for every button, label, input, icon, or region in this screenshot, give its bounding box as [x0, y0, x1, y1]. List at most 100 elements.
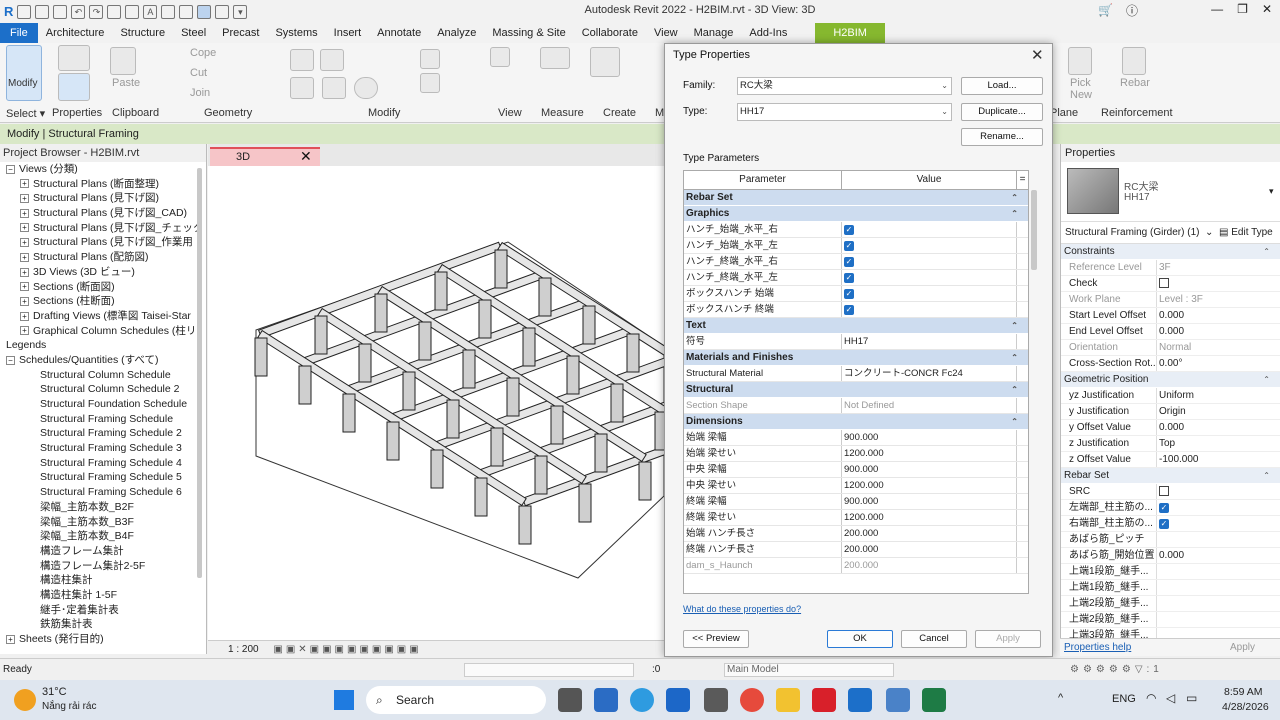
column[interactable] — [254, 337, 268, 377]
unchecked-checkbox[interactable] — [1159, 486, 1169, 496]
print-icon[interactable] — [107, 4, 122, 19]
property-value[interactable]: ✓ — [1157, 516, 1257, 531]
load-button[interactable]: Load... — [961, 77, 1043, 95]
property-value[interactable]: 0.000 — [1157, 420, 1257, 435]
collapse-group-icon[interactable]: ⌃ — [1011, 190, 1018, 206]
browser-item[interactable]: Legends — [0, 338, 206, 353]
restore-icon[interactable]: ❐ — [1237, 2, 1248, 16]
tab-insert[interactable]: Insert — [326, 23, 370, 43]
excel-icon[interactable] — [922, 688, 946, 712]
checked-checkbox[interactable]: ✓ — [844, 305, 854, 315]
column[interactable] — [358, 343, 372, 383]
expand-icon[interactable]: + — [20, 326, 29, 336]
browser-item[interactable]: + Drafting Views (標準図 Taisei-Star — [0, 309, 206, 324]
wifi-icon[interactable]: ◠ — [1146, 691, 1156, 705]
rebar-icon[interactable] — [1122, 47, 1146, 75]
browser-item[interactable]: + Graphical Column Schedules (柱リ — [0, 324, 206, 339]
sync-icon[interactable] — [53, 4, 68, 19]
parameter-group-header[interactable]: Graphics ⌃ — [684, 206, 1028, 222]
chrome-icon[interactable] — [740, 688, 764, 712]
property-value[interactable]: Uniform — [1157, 388, 1257, 403]
collapse-icon[interactable]: − — [6, 355, 15, 365]
calculator-icon[interactable] — [704, 688, 728, 712]
column[interactable] — [430, 449, 444, 489]
measure-icon[interactable] — [125, 4, 140, 19]
formula-cell[interactable] — [1017, 366, 1028, 381]
browser-item[interactable]: Structural Foundation Schedule — [0, 397, 206, 412]
thin-lines-icon[interactable] — [197, 4, 212, 19]
column[interactable] — [610, 383, 624, 423]
column[interactable] — [578, 483, 592, 523]
collapse-group-icon[interactable]: ⌃ — [1263, 244, 1270, 260]
formula-cell[interactable] — [1017, 462, 1028, 477]
parameter-group-header[interactable]: Dimensions ⌃ — [684, 414, 1028, 430]
browser-item[interactable]: 梁幅_主筋本数_B2F — [0, 500, 206, 515]
browser-item[interactable]: − Schedules/Quantities (すべて) — [0, 353, 206, 368]
expand-icon[interactable]: + — [20, 194, 29, 204]
expand-icon[interactable]: + — [20, 208, 29, 218]
parameter-group-header[interactable]: Structural ⌃ — [684, 382, 1028, 398]
property-value[interactable] — [1157, 580, 1257, 595]
tray-chevron-icon[interactable]: ^ — [1058, 692, 1063, 704]
formula-cell[interactable] — [1017, 398, 1028, 413]
3d-view-icon[interactable] — [161, 4, 176, 19]
language-indicator[interactable]: ENG — [1112, 693, 1136, 705]
formula-cell[interactable] — [1017, 238, 1028, 253]
collapse-group-icon[interactable]: ⌃ — [1011, 350, 1018, 366]
expand-icon[interactable]: + — [20, 311, 29, 321]
checked-checkbox[interactable]: ✓ — [844, 289, 854, 299]
volume-icon[interactable]: ◁ — [1166, 691, 1175, 705]
start-icon[interactable] — [334, 690, 354, 710]
checked-checkbox[interactable]: ✓ — [1159, 519, 1169, 529]
parameter-value[interactable]: ✓ — [842, 302, 1017, 317]
pick-new-icon[interactable] — [1068, 47, 1092, 75]
measure-tool-icon[interactable] — [540, 47, 570, 69]
formula-cell[interactable] — [1017, 526, 1028, 541]
collapse-group-icon[interactable]: ⌃ — [1263, 372, 1270, 388]
parameter-value[interactable]: 200.000 — [842, 542, 1017, 557]
checked-checkbox[interactable]: ✓ — [844, 225, 854, 235]
property-group-header[interactable]: Constraints ⌃ — [1061, 244, 1280, 260]
rename-button[interactable]: Rename... — [961, 128, 1043, 146]
browser-item[interactable]: 梁幅_主筋本数_B4F — [0, 529, 206, 544]
browser-item[interactable]: + Structural Plans (見下げ図_CAD) — [0, 206, 206, 221]
expand-icon[interactable]: + — [20, 267, 29, 277]
undo-icon[interactable]: ↶ — [71, 4, 86, 19]
rotate-icon[interactable] — [354, 77, 378, 99]
checked-checkbox[interactable]: ✓ — [1159, 503, 1169, 513]
property-value[interactable]: 0.00° — [1157, 356, 1257, 371]
3d-viewport[interactable] — [208, 166, 772, 640]
weather-icon[interactable] — [14, 689, 36, 711]
copy-icon[interactable] — [322, 77, 346, 99]
autocad-icon[interactable] — [812, 688, 836, 712]
open-icon[interactable] — [17, 4, 32, 19]
column[interactable] — [626, 333, 640, 373]
browser-item[interactable]: + Structural Plans (見下げ図_作業用 — [0, 235, 206, 250]
property-value[interactable] — [1157, 532, 1257, 547]
minimize-icon[interactable]: — — [1211, 2, 1223, 16]
property-value[interactable]: -100.000 — [1157, 452, 1257, 467]
tab-h2bim[interactable]: H2BIM — [815, 23, 885, 43]
preview-button[interactable]: << Preview — [683, 630, 749, 648]
redo-icon[interactable]: ↷ — [89, 4, 104, 19]
scale-icon[interactable] — [420, 73, 440, 93]
browser-item[interactable]: 梁幅_主筋本数_B3F — [0, 515, 206, 530]
create-assembly-icon[interactable] — [590, 47, 620, 77]
formula-cell[interactable] — [1017, 302, 1028, 317]
browser-item[interactable]: Structural Framing Schedule 6 — [0, 485, 206, 500]
property-value[interactable] — [1157, 596, 1257, 611]
collapse-group-icon[interactable]: ⌃ — [1011, 382, 1018, 398]
close-icon[interactable]: ✕ — [1262, 2, 1272, 16]
type-selector[interactable]: RC大梁 HH17 ▾ — [1061, 162, 1280, 222]
paste-icon[interactable] — [110, 47, 136, 75]
properties-help-link[interactable]: Properties help — [1060, 642, 1131, 653]
browser-item[interactable]: + Sheets (発行目的) — [0, 632, 206, 647]
parameter-value[interactable]: 1200.000 — [842, 478, 1017, 493]
expand-icon[interactable]: + — [20, 296, 29, 306]
tab-file[interactable]: File — [0, 23, 38, 43]
formula-cell[interactable] — [1017, 430, 1028, 445]
expand-icon[interactable]: + — [20, 179, 29, 189]
browser-item[interactable]: + Structural Plans (配筋図) — [0, 250, 206, 265]
property-value[interactable] — [1157, 276, 1257, 291]
edge-icon[interactable] — [630, 688, 654, 712]
